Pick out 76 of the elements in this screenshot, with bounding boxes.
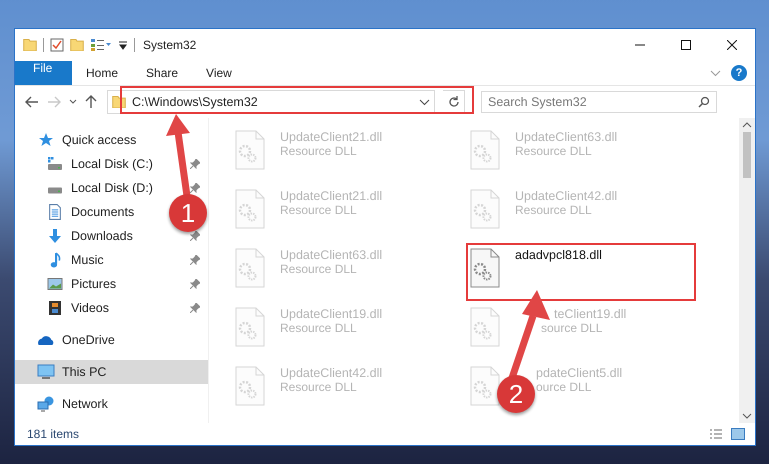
document-icon (46, 204, 64, 220)
nav-item[interactable]: Pictures (15, 272, 208, 296)
file-type: ource DLL (536, 380, 592, 394)
nav-item[interactable]: Videos (15, 296, 208, 320)
up-button[interactable] (85, 95, 97, 109)
file-type: source DLL (541, 321, 604, 335)
gear-file-icon (470, 189, 500, 229)
file-type: Resource DLL (280, 380, 358, 394)
nav-item[interactable]: Local Disk (C:) (15, 152, 208, 176)
scroll-up-icon[interactable] (742, 122, 752, 128)
chevron-down-icon[interactable] (419, 98, 430, 106)
expand-ribbon-icon[interactable] (710, 70, 721, 76)
drive-icon (46, 157, 64, 171)
picture-icon (46, 278, 64, 290)
file-type: Resource DLL (280, 203, 358, 217)
refresh-button[interactable] (443, 90, 465, 114)
help-button[interactable]: ? (731, 65, 747, 81)
pin-icon[interactable] (190, 231, 200, 241)
view-list-icon[interactable] (90, 38, 112, 52)
scroll-down-icon[interactable] (742, 413, 752, 419)
network-icon (37, 396, 55, 412)
file-type: Resource DLL (515, 203, 593, 217)
file-type: Resource DLL (280, 321, 358, 335)
close-icon (727, 40, 737, 50)
gear-file-icon (235, 307, 265, 347)
nav-item[interactable]: Quick access (15, 128, 144, 152)
file-menu-button[interactable]: File (15, 61, 72, 85)
drive-icon (46, 187, 64, 194)
gear-file-icon (470, 366, 500, 406)
ribbon-tab[interactable]: Home (72, 61, 132, 85)
new-folder-icon (70, 39, 84, 51)
pin-icon[interactable] (190, 159, 200, 169)
search-box[interactable]: Search System32 (481, 91, 717, 113)
nav-item[interactable]: Network (15, 392, 116, 416)
gear-file-icon (470, 307, 500, 347)
scrollbar-thumb[interactable] (743, 132, 751, 178)
film-icon (46, 301, 64, 315)
recent-locations-button[interactable] (69, 99, 77, 105)
dropdown-caret-icon[interactable] (118, 40, 128, 50)
down-arrow-icon (46, 229, 64, 243)
pin-icon[interactable] (190, 279, 200, 289)
maximize-icon (681, 40, 691, 50)
gear-file-icon (470, 248, 500, 288)
properties-icon[interactable] (50, 38, 64, 52)
nav-item[interactable]: Music (15, 248, 208, 272)
nav-item[interactable]: This PC (15, 360, 208, 384)
pin-icon[interactable] (190, 303, 200, 313)
computer-icon (37, 364, 55, 380)
star-icon (37, 132, 55, 148)
pin-icon[interactable] (190, 255, 200, 265)
search-field[interactable]: Search System32 (488, 95, 698, 109)
file-type: Resource DLL (280, 144, 358, 158)
gear-file-icon (235, 366, 265, 406)
file-name[interactable]: adadvpcl818.dll (515, 248, 602, 262)
window-title: System32 (143, 38, 196, 52)
folder-icon (23, 39, 37, 51)
gear-file-icon (235, 189, 265, 229)
details-view-icon[interactable] (709, 428, 723, 440)
item-count: 181 items (27, 427, 80, 441)
nav-item[interactable]: OneDrive (15, 328, 123, 352)
scrollbar[interactable] (739, 118, 755, 423)
ribbon-tab[interactable]: Share (132, 61, 192, 85)
file-type: Resource DLL (280, 262, 358, 276)
pin-icon[interactable] (190, 183, 200, 193)
gear-file-icon (235, 248, 265, 288)
gear-file-icon (470, 130, 500, 170)
refresh-icon (448, 96, 460, 108)
search-icon[interactable] (698, 96, 710, 108)
minimize-icon (635, 44, 645, 46)
address-bar[interactable]: C:\Windows\System32 (107, 90, 435, 114)
back-button[interactable] (25, 96, 39, 108)
gear-file-icon (235, 130, 265, 170)
ribbon-tab[interactable]: View (192, 61, 246, 85)
nav-item[interactable]: Documents (15, 200, 142, 224)
cloud-icon (37, 335, 55, 345)
file-type: Resource DLL (515, 144, 593, 158)
